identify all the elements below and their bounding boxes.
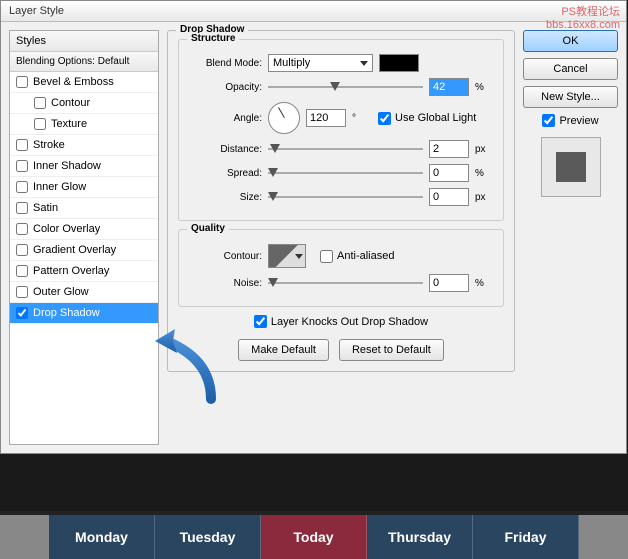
style-item-gradient-overlay[interactable]: Gradient Overlay <box>10 240 158 261</box>
contour-picker[interactable] <box>268 244 306 268</box>
style-item-label: Texture <box>51 118 87 130</box>
distance-input[interactable] <box>429 140 469 158</box>
style-item-label: Gradient Overlay <box>33 244 116 256</box>
new-style-button[interactable]: New Style... <box>523 86 618 108</box>
preview-checkbox[interactable]: Preview <box>523 114 618 127</box>
window-title: Layer Style <box>9 5 64 17</box>
style-item-label: Satin <box>33 202 58 214</box>
spread-input[interactable] <box>429 164 469 182</box>
style-item-texture[interactable]: Texture <box>10 114 158 135</box>
blend-mode-label: Blend Mode: <box>187 58 262 69</box>
days-bar: MondayTuesdayTodayThursdayFriday <box>0 511 628 559</box>
style-item-outer-glow[interactable]: Outer Glow <box>10 282 158 303</box>
style-item-label: Outer Glow <box>33 286 89 298</box>
day-tab-friday[interactable]: Friday <box>473 515 579 559</box>
styles-header[interactable]: Styles <box>10 31 158 52</box>
distance-unit: px <box>475 144 495 155</box>
size-label: Size: <box>187 192 262 203</box>
chevron-down-icon <box>360 61 368 66</box>
angle-label: Angle: <box>187 113 262 124</box>
noise-slider[interactable] <box>268 276 423 290</box>
style-item-inner-shadow[interactable]: Inner Shadow <box>10 156 158 177</box>
titlebar: Layer Style PS教程论坛 bbs.16xx8.com <box>1 1 626 22</box>
blend-mode-dropdown[interactable]: Multiply <box>268 54 373 72</box>
spread-slider[interactable] <box>268 166 423 180</box>
ok-button[interactable]: OK <box>523 30 618 52</box>
distance-slider[interactable] <box>268 142 423 156</box>
style-item-label: Inner Glow <box>33 181 86 193</box>
preview-swatch <box>541 137 601 197</box>
knockout-checkbox[interactable]: Layer Knocks Out Drop Shadow <box>254 315 428 328</box>
watermark: PS教程论坛 bbs.16xx8.com <box>546 3 620 31</box>
style-item-contour[interactable]: Contour <box>10 93 158 114</box>
style-item-label: Pattern Overlay <box>33 265 109 277</box>
day-tab-today[interactable]: Today <box>261 515 367 559</box>
size-input[interactable] <box>429 188 469 206</box>
settings-panel: Drop Shadow Structure Blend Mode: Multip… <box>167 30 515 445</box>
styles-list: Styles Blending Options: Default Bevel &… <box>9 30 159 445</box>
style-item-label: Color Overlay <box>33 223 100 235</box>
style-item-label: Stroke <box>33 139 65 151</box>
opacity-label: Opacity: <box>187 82 262 93</box>
style-item-label: Contour <box>51 97 90 109</box>
cancel-button[interactable]: Cancel <box>523 58 618 80</box>
day-tab-tuesday[interactable]: Tuesday <box>155 515 261 559</box>
style-item-pattern-overlay[interactable]: Pattern Overlay <box>10 261 158 282</box>
opacity-slider[interactable] <box>268 80 423 94</box>
style-item-label: Drop Shadow <box>33 307 100 319</box>
layer-style-dialog: Layer Style PS教程论坛 bbs.16xx8.com Styles … <box>0 0 627 454</box>
contour-label: Contour: <box>187 251 262 262</box>
anti-aliased-checkbox[interactable]: Anti-aliased <box>320 250 394 263</box>
dialog-buttons: OK Cancel New Style... Preview <box>523 30 618 445</box>
opacity-unit: % <box>475 82 495 93</box>
angle-unit: ° <box>352 113 372 124</box>
global-light-checkbox[interactable]: Use Global Light <box>378 112 476 125</box>
style-item-bevel-emboss[interactable]: Bevel & Emboss <box>10 72 158 93</box>
noise-input[interactable] <box>429 274 469 292</box>
spread-unit: % <box>475 168 495 179</box>
style-item-satin[interactable]: Satin <box>10 198 158 219</box>
style-item-label: Bevel & Emboss <box>33 76 114 88</box>
angle-dial[interactable] <box>268 102 300 134</box>
size-unit: px <box>475 192 495 203</box>
make-default-button[interactable]: Make Default <box>238 339 329 361</box>
quality-title: Quality <box>187 223 229 234</box>
chevron-down-icon <box>295 254 303 259</box>
style-item-color-overlay[interactable]: Color Overlay <box>10 219 158 240</box>
style-item-inner-glow[interactable]: Inner Glow <box>10 177 158 198</box>
day-tab-thursday[interactable]: Thursday <box>367 515 473 559</box>
angle-input[interactable] <box>306 109 346 127</box>
style-item-label: Inner Shadow <box>33 160 101 172</box>
noise-label: Noise: <box>187 278 262 289</box>
noise-unit: % <box>475 278 495 289</box>
reset-default-button[interactable]: Reset to Default <box>339 339 444 361</box>
distance-label: Distance: <box>187 144 262 155</box>
style-item-drop-shadow[interactable]: Drop Shadow <box>10 303 158 324</box>
opacity-input[interactable] <box>429 78 469 96</box>
style-item-stroke[interactable]: Stroke <box>10 135 158 156</box>
spread-label: Spread: <box>187 168 262 179</box>
blending-options[interactable]: Blending Options: Default <box>10 52 158 72</box>
structure-title: Structure <box>187 33 239 44</box>
size-slider[interactable] <box>268 190 423 204</box>
shadow-color-swatch[interactable] <box>379 54 419 72</box>
day-tab-monday[interactable]: Monday <box>49 515 155 559</box>
